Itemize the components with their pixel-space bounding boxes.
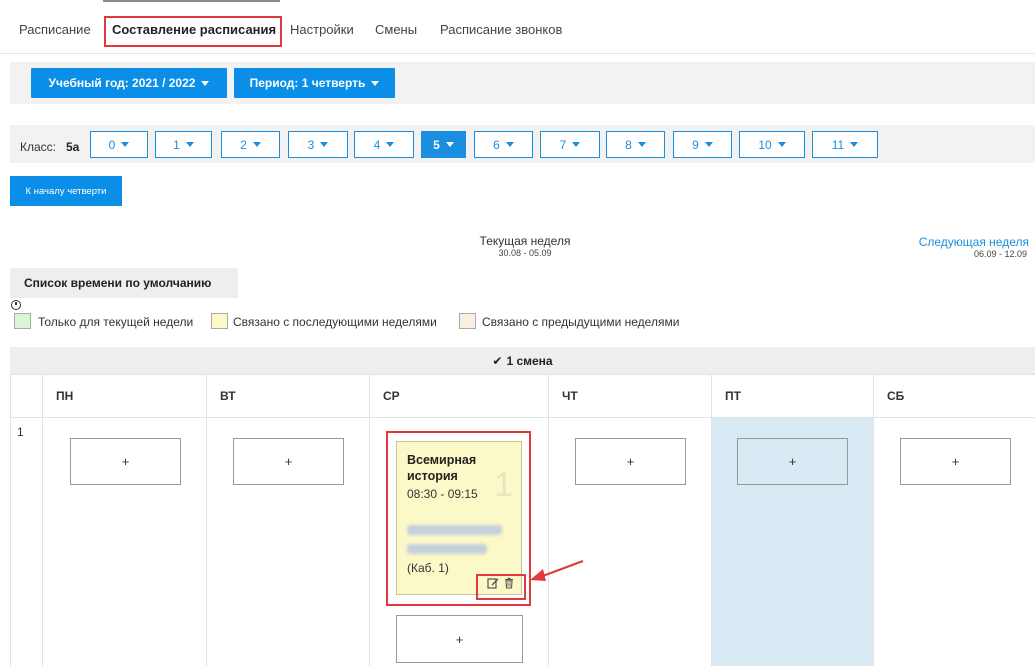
grade-label: 1	[173, 137, 180, 152]
check-icon: ✔	[492, 353, 503, 368]
grade-button-9[interactable]: 9	[673, 131, 732, 158]
grade-label: 2	[240, 137, 247, 152]
grade-label: 10	[758, 137, 772, 152]
class-label: Класс:	[20, 140, 56, 154]
tab-bell-schedule[interactable]: Расписание звонков	[440, 22, 562, 37]
period-dropdown-label: Период: 1 четверть	[249, 76, 366, 90]
day-header-wed: СР	[383, 389, 400, 403]
grade-button-7[interactable]: 7	[540, 131, 600, 158]
caret-down-icon	[185, 142, 194, 147]
grid-line	[711, 374, 712, 666]
caret-down-icon	[850, 142, 859, 147]
current-week-dates: 30.08 - 05.09	[498, 248, 552, 258]
to-quarter-start-button[interactable]: К началу четверти	[10, 176, 122, 206]
legend-label-current: Только для текущей недели	[38, 315, 194, 329]
grade-button-2[interactable]: 2	[221, 131, 280, 158]
grade-button-3[interactable]: 3	[288, 131, 348, 158]
next-week-link[interactable]: Следующая неделя	[919, 235, 1029, 249]
grid-line	[873, 374, 874, 666]
add-lesson-button-tue[interactable]: +	[233, 438, 344, 485]
caret-down-icon	[371, 80, 380, 86]
add-lesson-button-thu[interactable]: +	[575, 438, 686, 485]
caret-down-icon	[320, 142, 329, 147]
grid-line	[10, 374, 1035, 375]
grade-button-5[interactable]: 5	[421, 131, 466, 158]
grid-line	[548, 374, 549, 666]
caret-down-icon	[637, 142, 646, 147]
caret-down-icon	[505, 142, 514, 147]
grade-label: 6	[493, 137, 500, 152]
top-indicator-line	[103, 0, 280, 2]
legend-swatch-previous	[459, 313, 476, 329]
caret-down-icon	[121, 142, 130, 147]
period-dropdown[interactable]: Период: 1 четверть	[234, 68, 395, 98]
add-lesson-button-fri[interactable]: +	[737, 438, 848, 485]
legend-swatch-following	[211, 313, 228, 329]
tab-settings[interactable]: Настройки	[290, 22, 354, 37]
grade-button-1[interactable]: 1	[155, 131, 212, 158]
grade-label: 9	[692, 137, 699, 152]
grid-line	[206, 374, 207, 666]
caret-down-icon	[386, 142, 395, 147]
grade-label: 5	[433, 137, 440, 152]
grade-button-10[interactable]: 10	[739, 131, 805, 158]
add-lesson-button-sat[interactable]: +	[900, 438, 1011, 485]
shift-header: ✔ 1 смена	[10, 347, 1035, 374]
shift-label: 1 смена	[506, 353, 553, 368]
caret-down-icon	[777, 142, 786, 147]
year-dropdown[interactable]: Учебный год: 2021 / 2022	[31, 68, 227, 98]
grade-button-4[interactable]: 4	[354, 131, 414, 158]
tab-shifts[interactable]: Смены	[375, 22, 417, 37]
grid-line	[10, 417, 1035, 418]
legend-label-following: Связано с последующими неделями	[233, 315, 437, 329]
grade-label: 7	[559, 137, 567, 152]
next-week-dates: 06.09 - 12.09	[973, 249, 1027, 259]
default-time-list-button[interactable]: Список времени по умолчанию	[10, 268, 238, 298]
class-current: 5а	[66, 140, 80, 154]
grade-label: 3	[307, 137, 315, 152]
grade-button-8[interactable]: 8	[606, 131, 665, 158]
highlight-lesson-actions	[476, 574, 526, 600]
day-header-thu: ЧТ	[562, 389, 578, 403]
caret-down-icon	[445, 142, 454, 147]
annotation-arrow-icon	[530, 559, 584, 581]
add-lesson-button-wed[interactable]: +	[396, 615, 523, 663]
grade-label: 0	[108, 137, 116, 152]
caret-down-icon	[572, 142, 581, 147]
grade-button-6[interactable]: 6	[474, 131, 533, 158]
grid-line	[42, 374, 43, 666]
grid-line	[369, 374, 370, 666]
grade-label: 4	[373, 137, 381, 152]
day-header-tue: ВТ	[220, 389, 236, 403]
legend-swatch-current	[14, 313, 31, 329]
day-header-mon: ПН	[56, 389, 74, 403]
grade-button-11[interactable]: 11	[812, 131, 878, 158]
grade-button-0[interactable]: 0	[90, 131, 148, 158]
grade-label: 11	[831, 137, 845, 152]
lesson-row-number: 1	[17, 425, 24, 439]
day-header-fri: ПТ	[725, 389, 741, 403]
caret-down-icon	[252, 142, 261, 147]
caret-down-icon	[704, 142, 713, 147]
clock-icon[interactable]	[11, 300, 21, 310]
year-dropdown-label: Учебный год: 2021 / 2022	[48, 76, 196, 90]
highlight-active-tab	[104, 16, 282, 47]
legend-label-previous: Связано с предыдущими неделями	[482, 315, 680, 329]
current-week-label: Текущая неделя	[479, 234, 571, 248]
grade-label: 8	[625, 137, 632, 152]
caret-down-icon	[201, 80, 210, 86]
tab-schedule[interactable]: Расписание	[19, 22, 91, 37]
add-lesson-button-mon[interactable]: +	[70, 438, 181, 485]
day-header-sat: СБ	[887, 389, 905, 403]
grid-line	[10, 374, 11, 666]
